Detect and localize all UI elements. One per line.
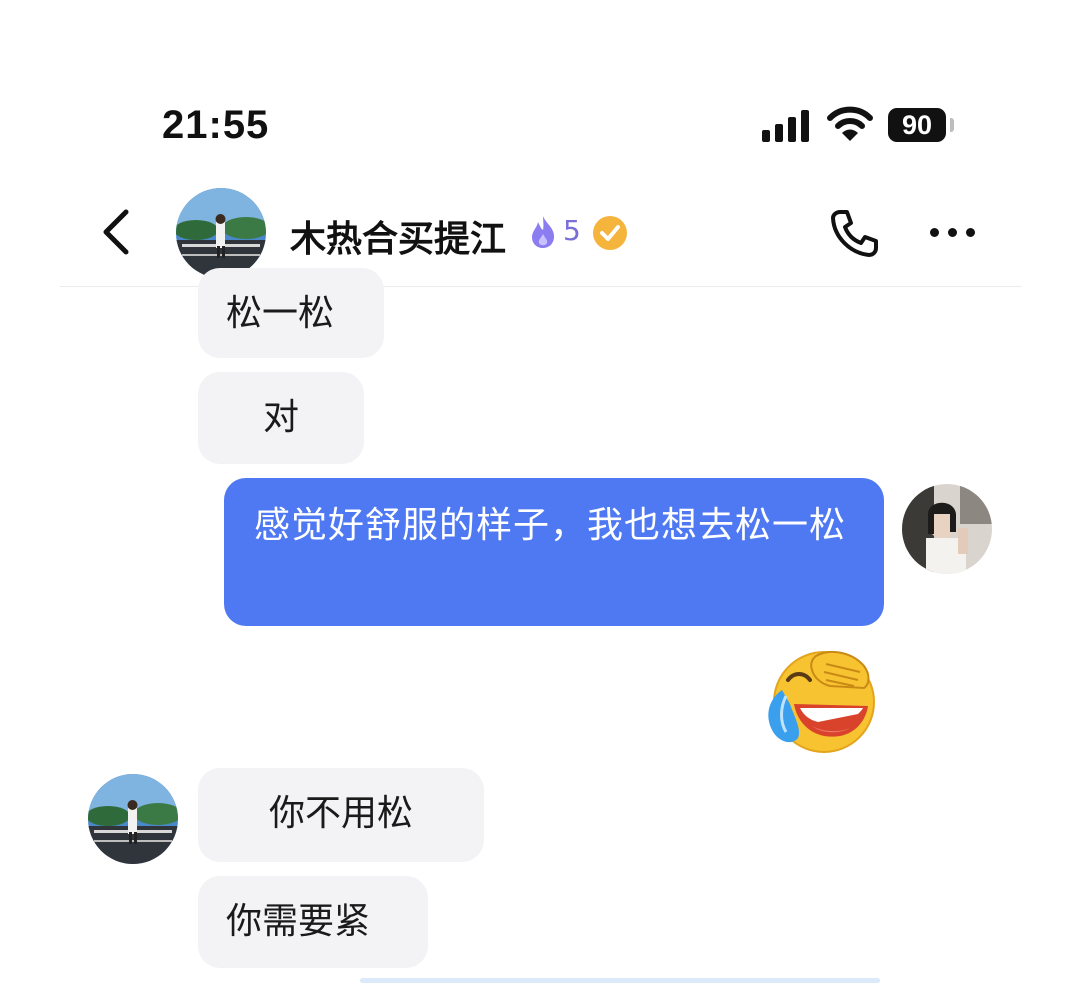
- contact-avatar[interactable]: [88, 774, 178, 864]
- contact-name[interactable]: 木热合买提江: [290, 210, 506, 262]
- message-bubble-outgoing[interactable]: 感觉好舒服的样子，我也想去松一松: [224, 478, 884, 626]
- laughing-crying-emoji[interactable]: [760, 646, 884, 754]
- self-avatar[interactable]: [902, 484, 992, 574]
- chat-screen: 21:55 90 木热合买提江 5 松一松 对 感觉好舒服的样子，我也想去松一松…: [0, 0, 1080, 983]
- wifi-icon: [827, 106, 873, 141]
- message-bubble-incoming[interactable]: 对: [198, 372, 364, 464]
- check-badge-icon: [593, 216, 627, 250]
- back-chevron-icon[interactable]: [92, 204, 144, 260]
- battery-indicator: 90: [888, 108, 946, 142]
- streak-count: 5: [563, 214, 581, 247]
- battery-tip: [950, 118, 954, 132]
- bottom-highlight-strip: [360, 978, 880, 983]
- contact-avatar[interactable]: [176, 188, 266, 278]
- cellular-signal-icon: [762, 110, 814, 142]
- message-bubble-incoming[interactable]: 松一松: [198, 268, 384, 358]
- status-time: 21:55: [162, 103, 270, 147]
- flame-icon: [532, 216, 555, 248]
- more-dots-icon[interactable]: [926, 222, 978, 244]
- message-bubble-incoming[interactable]: 你需要紧: [198, 876, 428, 968]
- message-bubble-incoming[interactable]: 你不用松: [198, 768, 484, 862]
- phone-icon[interactable]: [826, 206, 880, 260]
